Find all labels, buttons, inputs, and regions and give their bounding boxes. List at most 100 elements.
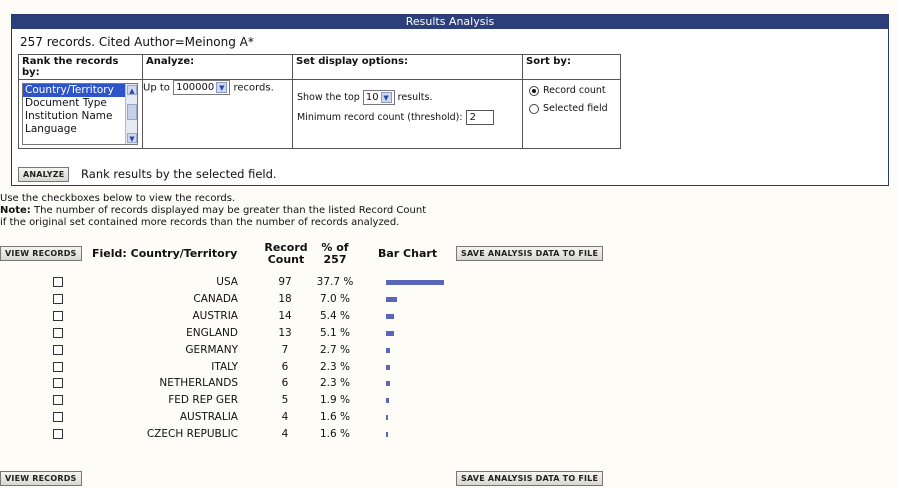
sort-selected-field-option[interactable]: Selected field	[529, 103, 620, 118]
record-count-header-line2: Count	[267, 253, 305, 266]
row-count: 97	[278, 276, 292, 288]
row-country: FED REP GER	[168, 394, 238, 407]
note-text: The number of records displayed may be g…	[30, 205, 427, 216]
row-checkbox[interactable]	[53, 361, 63, 372]
save-analysis-button-bottom[interactable]: SAVE ANALYSIS DATA TO FILE	[456, 471, 604, 486]
results-analysis-panel: Results Analysis 257 records. Cited Auth…	[11, 14, 889, 186]
table-row: FED REP GER 5 1.9 %	[0, 394, 600, 409]
percent-header-line2: 257	[323, 253, 347, 266]
record-count-header: Record Count	[262, 242, 310, 266]
listbox-scrollbar[interactable]: ▲ ▼	[125, 84, 137, 144]
percent-header: % of 257	[312, 242, 358, 266]
row-bar	[386, 347, 390, 353]
save-analysis-button-top[interactable]: SAVE ANALYSIS DATA TO FILE	[456, 246, 604, 261]
row-country: ENGLAND	[186, 326, 238, 339]
row-country: AUSTRIA	[192, 309, 238, 322]
row-bar	[386, 415, 388, 421]
row-percent: 2.7 %	[319, 343, 350, 356]
row-count: 6	[281, 360, 289, 373]
row-count: 4	[281, 428, 289, 441]
row-country: AUSTRALIA	[179, 411, 238, 424]
show-top-label: Show the top	[297, 92, 360, 103]
row-checkbox[interactable]	[53, 395, 63, 406]
row-count: 5	[281, 394, 289, 407]
analyze-row: ANALYZE Rank results by the selected fie…	[18, 167, 277, 182]
radio-selected-icon[interactable]	[529, 85, 539, 96]
results-label: results.	[397, 92, 433, 103]
row-percent: 1.6 %	[319, 428, 350, 441]
row-checkbox[interactable]	[53, 327, 63, 338]
row-country: GERMANY	[185, 343, 238, 356]
view-records-button-top[interactable]: VIEW RECORDS	[0, 246, 82, 261]
view-records-button-bottom[interactable]: VIEW RECORDS	[0, 471, 82, 486]
row-checkbox[interactable]	[53, 277, 63, 287]
scroll-thumb[interactable]	[127, 104, 137, 120]
scroll-up-icon[interactable]: ▲	[127, 85, 137, 95]
rank-field-listbox[interactable]: Country/Territory Document Type Institut…	[22, 83, 138, 145]
row-checkbox[interactable]	[53, 344, 63, 355]
row-bar	[386, 381, 390, 387]
row-count: 4	[281, 411, 289, 424]
row-bar	[386, 364, 390, 370]
sort-record-count-option[interactable]: Record count	[529, 85, 620, 100]
rank-header: Rank the records by:	[18, 54, 143, 80]
row-country: USA	[216, 276, 238, 288]
rank-option-institution[interactable]: Institution Name	[23, 110, 137, 123]
row-checkbox[interactable]	[53, 412, 63, 423]
sort-header: Sort by:	[522, 54, 621, 80]
row-checkbox[interactable]	[53, 429, 63, 440]
row-count: 13	[278, 326, 292, 339]
row-count: 6	[281, 377, 289, 390]
table-row: AUSTRIA 14 5.4 %	[0, 310, 600, 325]
row-percent: 1.6 %	[319, 411, 350, 424]
radio-icon[interactable]	[529, 103, 539, 114]
row-bar	[386, 330, 394, 336]
threshold-label: Minimum record count (threshold):	[297, 112, 463, 123]
scroll-down-icon[interactable]: ▼	[127, 133, 137, 143]
row-checkbox[interactable]	[53, 310, 63, 321]
table-row: USA 97 37.7 %	[0, 276, 600, 291]
analyze-count-value: 100000	[176, 82, 215, 93]
row-checkbox[interactable]	[53, 378, 63, 389]
row-country: CANADA	[193, 292, 238, 305]
records-label: records.	[233, 82, 274, 94]
analyze-count-select[interactable]: 100000 ▼	[173, 80, 231, 95]
sort-selected-field-label: Selected field	[543, 103, 608, 114]
instructions-note: Note: The number of records displayed ma…	[0, 205, 426, 217]
row-percent: 7.0 %	[319, 292, 350, 305]
analyze-button[interactable]: ANALYZE	[18, 167, 70, 182]
row-count: 18	[278, 292, 292, 305]
results-header: VIEW RECORDS Field: Country/Territory Re…	[0, 240, 604, 272]
records-summary: 257 records. Cited Author=Meinong A*	[20, 35, 254, 49]
row-bar	[386, 296, 397, 302]
row-bar	[386, 432, 388, 438]
row-count: 14	[278, 309, 292, 322]
top-count-select[interactable]: 10 ▼	[362, 90, 395, 105]
options-table: Rank the records by: Analyze: Set displa…	[18, 54, 621, 149]
threshold-input[interactable]: 2	[465, 110, 494, 125]
row-checkbox[interactable]	[53, 293, 63, 304]
analyze-header: Analyze:	[142, 54, 293, 80]
row-percent: 1.9 %	[319, 394, 350, 407]
rank-option-document-type[interactable]: Document Type	[23, 97, 137, 110]
table-row: GERMANY 7 2.7 %	[0, 344, 600, 359]
table-row: CANADA 18 7.0 %	[0, 293, 600, 308]
field-column-header: Field: Country/Territory	[92, 247, 238, 260]
row-country: CZECH REPUBLIC	[146, 428, 238, 441]
bar-chart-header: Bar Chart	[378, 247, 438, 260]
row-count: 7	[281, 343, 289, 356]
row-percent: 5.4 %	[319, 309, 350, 322]
rank-option-language[interactable]: Language	[23, 123, 137, 136]
row-country: NETHERLANDS	[159, 377, 238, 390]
panel-title: Results Analysis	[12, 15, 888, 29]
note-label: Note:	[0, 205, 31, 216]
instructions-line1: Use the checkboxes below to view the rec…	[0, 193, 236, 204]
row-percent: 37.7 %	[316, 276, 354, 288]
instructions: Use the checkboxes below to view the rec…	[0, 193, 426, 229]
sort-record-count-label: Record count	[543, 85, 606, 96]
rank-option-country[interactable]: Country/Territory	[23, 84, 137, 97]
analyze-hint: Rank results by the selected field.	[81, 167, 277, 181]
up-to-label: Up to	[143, 82, 170, 94]
row-percent: 2.3 %	[319, 360, 350, 373]
row-bar	[386, 280, 444, 285]
